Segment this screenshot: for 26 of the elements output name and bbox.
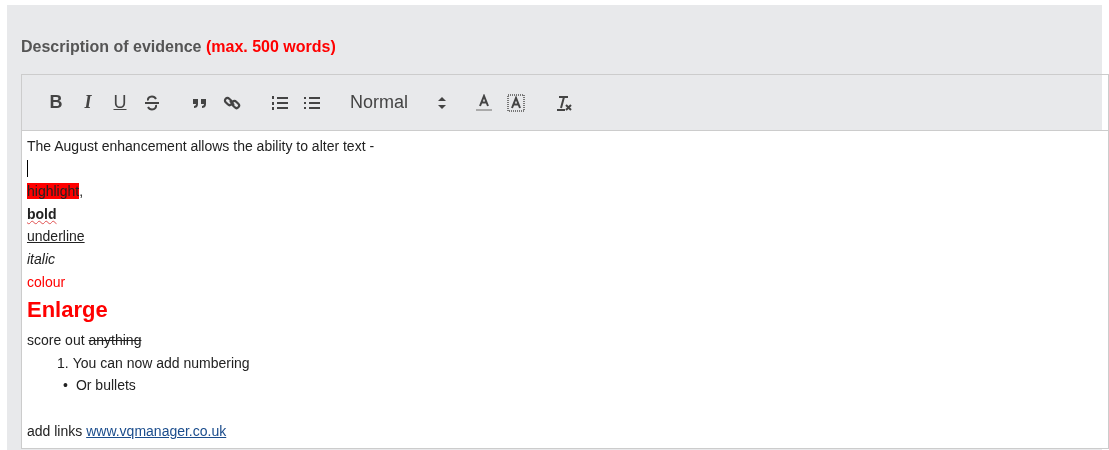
text-line: add links www.vqmanager.co.uk [27, 421, 227, 441]
background-color-icon [507, 93, 525, 112]
bold-button[interactable]: B [42, 88, 70, 117]
text-line: underline [27, 227, 85, 247]
strikethrough-icon [143, 93, 161, 112]
text-cursor [27, 160, 28, 178]
heading-line: Enlarge [27, 296, 108, 325]
text-line: colour [27, 272, 66, 292]
text-line: highlight, [27, 182, 84, 202]
bullet: • [63, 376, 68, 396]
text-line: italic [27, 249, 55, 269]
list-item-text: Or bullets [75, 376, 136, 396]
list-item-text: You can now add numbering [72, 353, 250, 373]
numbered-list-icon [271, 93, 289, 112]
up-down-icon [438, 96, 446, 109]
clear-formatting-icon [555, 93, 573, 112]
format-select[interactable]: Normal [346, 88, 450, 117]
list-number: 1. [57, 353, 69, 373]
text-line: The August enhancement allows the ability to alter text - [27, 137, 375, 156]
underline-button[interactable]: U [106, 88, 134, 117]
field-label: Description of evidence (max. 500 words) [21, 37, 336, 57]
text-line: bold [27, 204, 57, 224]
text-line: score out anything [27, 331, 142, 351]
italic-button[interactable]: I [74, 88, 102, 117]
link[interactable]: www.vqmanager.co.uk [86, 422, 227, 439]
text-color-icon [475, 93, 493, 112]
